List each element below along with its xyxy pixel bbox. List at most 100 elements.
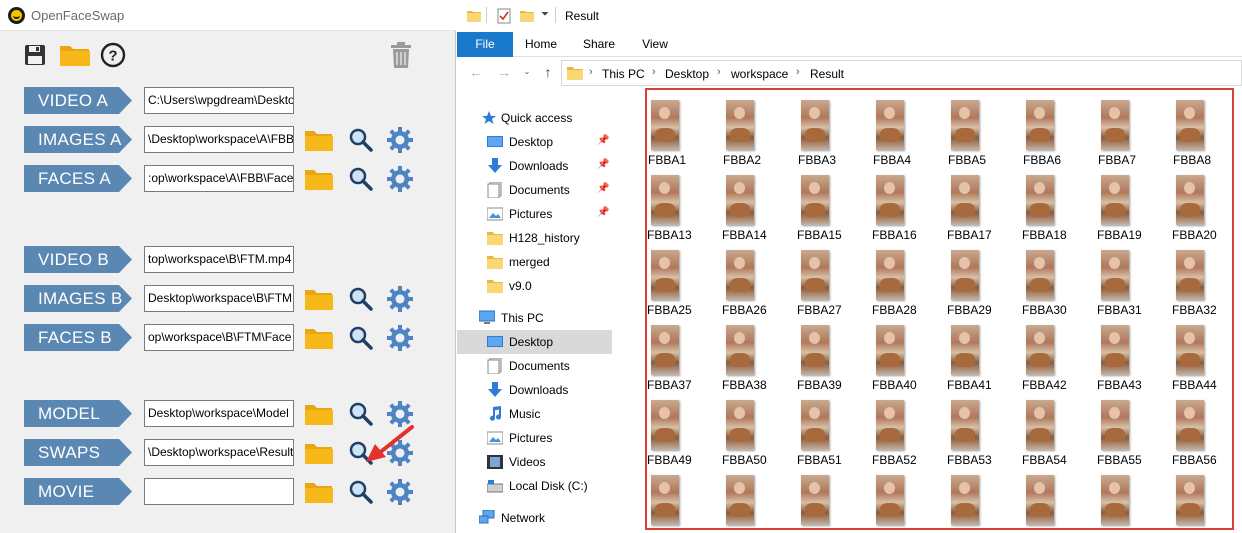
nav-item-h128-history[interactable]: H128_history [457, 226, 612, 250]
file-thumbnail[interactable]: FBBA42 [1022, 315, 1097, 392]
folder-icon[interactable] [303, 437, 335, 469]
file-thumbnail[interactable]: FBBA49 [647, 390, 722, 467]
nav-item-documents[interactable]: Documents 📌 [457, 178, 612, 202]
nav-pc-pictures[interactable]: Pictures [457, 426, 612, 450]
video-b-input[interactable]: top\workspace\B\FTM.mp4 [144, 246, 294, 273]
nav-pc-music[interactable]: Music [457, 402, 612, 426]
folder-icon[interactable] [303, 124, 335, 156]
help-icon[interactable]: ? [98, 40, 128, 70]
pin-icon[interactable]: 📌 [597, 207, 609, 218]
address-path-box[interactable]: › This PC › Desktop › workspace › Result [561, 60, 1242, 86]
tab-file[interactable]: File [457, 32, 513, 57]
file-thumbnail[interactable]: FBBA68 [1172, 465, 1232, 528]
file-thumbnail[interactable]: FBBA27 [797, 240, 872, 317]
file-thumbnail[interactable]: FBBA44 [1172, 315, 1232, 392]
file-thumbnail[interactable]: FBBA29 [947, 240, 1022, 317]
file-thumbnail[interactable]: FBBA54 [1022, 390, 1097, 467]
file-thumbnail[interactable]: FBBA28 [872, 240, 947, 317]
file-thumbnail[interactable]: FBBA37 [647, 315, 722, 392]
breadcrumb-workspace[interactable]: workspace [731, 67, 788, 81]
nav-item-merged[interactable]: merged [457, 250, 612, 274]
file-thumbnail[interactable]: FBBA26 [722, 240, 797, 317]
file-thumbnail[interactable]: FBBA55 [1097, 390, 1172, 467]
images-a-input[interactable]: \Desktop\workspace\A\FBB [144, 126, 294, 153]
file-thumbnail[interactable]: FBBA16 [872, 165, 947, 242]
movie-input[interactable] [144, 478, 294, 505]
folder-icon[interactable] [303, 398, 335, 430]
swaps-input[interactable]: \Desktop\workspace\Result [144, 439, 294, 466]
customize-toolbar-icon[interactable]: ⏷ [541, 9, 549, 20]
file-thumbnail[interactable]: FBBA15 [797, 165, 872, 242]
magnifier-icon[interactable] [345, 124, 377, 156]
folder-icon[interactable] [303, 283, 335, 315]
nav-pc-documents[interactable]: Documents [457, 354, 612, 378]
tab-home[interactable]: Home [519, 32, 563, 57]
nav-item-desktop[interactable]: Desktop 📌 [457, 130, 612, 154]
file-thumbnail[interactable]: FBBA17 [947, 165, 1022, 242]
pin-icon[interactable]: 📌 [597, 159, 609, 170]
nav-item-downloads[interactable]: Downloads 📌 [457, 154, 612, 178]
save-icon[interactable] [20, 40, 50, 70]
back-arrow-icon[interactable]: ← [467, 63, 485, 81]
faces-b-input[interactable]: op\workspace\B\FTM\Face [144, 324, 294, 351]
magnifier-icon[interactable] [345, 476, 377, 508]
file-thumbnail[interactable]: FBBA67 [1097, 465, 1172, 528]
faces-a-label[interactable]: FACES A [24, 165, 132, 192]
images-b-label[interactable]: IMAGES B [24, 285, 132, 312]
file-thumbnail[interactable]: FBBA43 [1097, 315, 1172, 392]
nav-pc-desktop-selected[interactable]: Desktop [457, 330, 612, 354]
nav-this-pc[interactable]: This PC [457, 306, 612, 330]
images-b-input[interactable]: Desktop\workspace\B\FTM [144, 285, 294, 312]
file-thumbnail[interactable]: FBBA50 [722, 390, 797, 467]
folder-icon[interactable] [303, 476, 335, 508]
gear-icon[interactable] [384, 476, 416, 508]
swaps-label[interactable]: SWAPS [24, 439, 132, 466]
folder-icon[interactable] [303, 163, 335, 195]
file-thumbnail[interactable]: FBBA8 [1172, 90, 1232, 167]
file-thumbnail[interactable]: FBBA30 [1022, 240, 1097, 317]
tab-view[interactable]: View [633, 32, 677, 57]
magnifier-icon[interactable] [345, 163, 377, 195]
pin-icon[interactable]: 📌 [597, 183, 609, 194]
file-thumbnail[interactable]: FBBA65 [947, 465, 1022, 528]
magnifier-icon[interactable] [345, 322, 377, 354]
pin-icon[interactable]: 📌 [597, 135, 609, 146]
file-thumbnail[interactable]: FBBA1 [647, 90, 722, 167]
file-thumbnail[interactable]: FBBA31 [1097, 240, 1172, 317]
model-input[interactable]: Desktop\workspace\Model [144, 400, 294, 427]
open-folder-icon[interactable] [58, 40, 92, 70]
video-a-label[interactable]: VIDEO A [24, 87, 132, 114]
file-thumbnail[interactable]: FBBA32 [1172, 240, 1232, 317]
tab-share[interactable]: Share [577, 32, 621, 57]
up-arrow-icon[interactable]: ↑ [539, 63, 557, 81]
model-label[interactable]: MODEL [24, 400, 132, 427]
file-thumbnail[interactable]: FBBA5 [947, 90, 1022, 167]
file-thumbnail[interactable]: FBBA4 [872, 90, 947, 167]
nav-pc-videos[interactable]: Videos [457, 450, 612, 474]
video-b-label[interactable]: VIDEO B [24, 246, 132, 273]
file-thumbnail[interactable]: FBBA19 [1097, 165, 1172, 242]
file-thumbnail[interactable]: FBBA51 [797, 390, 872, 467]
magnifier-icon[interactable] [345, 283, 377, 315]
file-thumbnail[interactable]: FBBA41 [947, 315, 1022, 392]
file-thumbnail[interactable]: FBBA39 [797, 315, 872, 392]
file-thumbnail[interactable]: FBBA64 [872, 465, 947, 528]
faces-a-input[interactable]: :op\workspace\A\FBB\Face [144, 165, 294, 192]
file-thumbnail[interactable]: FBBA38 [722, 315, 797, 392]
nav-item-pictures[interactable]: Pictures 📌 [457, 202, 612, 226]
recent-locations-icon[interactable]: ⌄ [518, 63, 536, 81]
trash-icon[interactable] [386, 40, 416, 70]
file-thumbnail[interactable]: FBBA66 [1022, 465, 1097, 528]
properties-icon[interactable] [497, 8, 511, 27]
gear-icon[interactable] [384, 283, 416, 315]
gear-icon[interactable] [384, 163, 416, 195]
folder-icon[interactable] [303, 322, 335, 354]
file-thumbnail[interactable]: FBBA63 [797, 465, 872, 528]
movie-label[interactable]: MOVIE [24, 478, 132, 505]
file-thumbnail[interactable]: FBBA25 [647, 240, 722, 317]
file-thumbnail[interactable]: FBBA7 [1097, 90, 1172, 167]
file-thumbnail[interactable]: FBBA3 [797, 90, 872, 167]
file-thumbnail[interactable]: FBBA56 [1172, 390, 1232, 467]
video-a-input[interactable]: C:\Users\wpgdream\Deskto [144, 87, 294, 114]
file-thumbnail[interactable]: FBBA18 [1022, 165, 1097, 242]
